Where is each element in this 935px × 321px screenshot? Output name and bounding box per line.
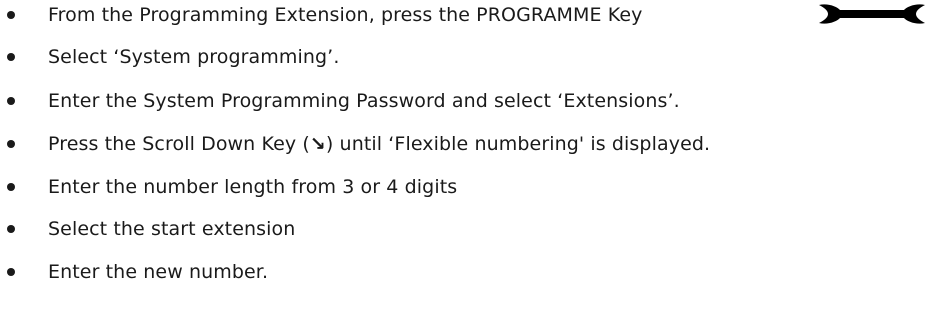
- bullet-icon: [7, 97, 15, 105]
- step-text-pre: Press the Scroll Down Key (: [48, 133, 310, 155]
- scroll-down-arrow-icon: ↘: [309, 133, 326, 155]
- bullet-icon: [7, 140, 15, 148]
- bullet-icon: [7, 268, 15, 276]
- step-text-post: ) until ‘Flexible numbering' is displaye…: [325, 133, 711, 155]
- step-text: Select the start extension: [48, 218, 296, 240]
- step-text: Press the Scroll Down Key (↘) until ‘Fle…: [48, 129, 710, 159]
- bullet-icon: [7, 53, 15, 61]
- wrench-icon: [819, 4, 925, 24]
- step-text: Select ‘System programming’.: [48, 46, 340, 68]
- bullet-icon: [7, 225, 15, 233]
- step-text: Enter the new number.: [48, 261, 269, 283]
- bullet-icon: [7, 183, 15, 191]
- step-text: Enter the System Programming Password an…: [48, 90, 680, 112]
- step-text: Enter the number length from 3 or 4 digi…: [48, 176, 458, 198]
- step-text: From the Programming Extension, press th…: [48, 4, 643, 26]
- bullet-icon: [7, 11, 15, 19]
